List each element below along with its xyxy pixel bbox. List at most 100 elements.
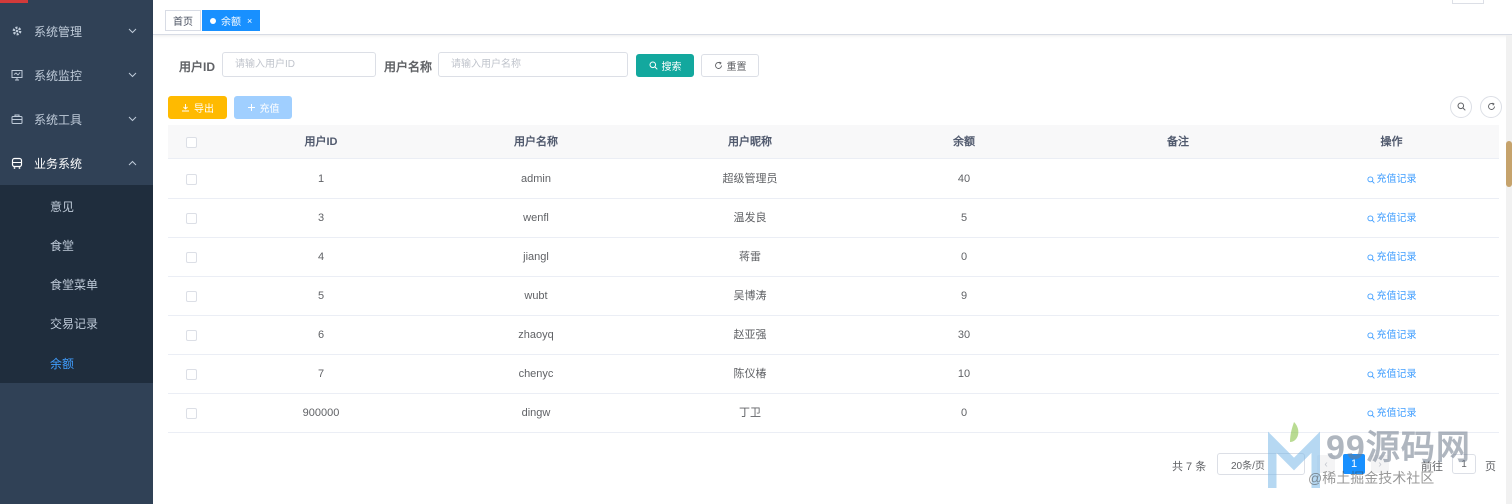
user-name-input[interactable] — [438, 52, 628, 77]
close-icon[interactable]: × — [247, 16, 252, 26]
sidebar-item-canteen[interactable]: 食堂 — [0, 226, 153, 265]
tag-home[interactable]: 首页 — [165, 10, 201, 31]
recharge-record-link[interactable]: 充值记录 — [1366, 316, 1417, 355]
cell-user-id: 5 — [317, 290, 325, 302]
column-header-user-id: 用户ID — [304, 136, 338, 148]
recharge-record-label: 充值记录 — [1376, 174, 1417, 185]
reset-button-label: 重置 — [726, 62, 747, 73]
row-checkbox[interactable] — [186, 408, 197, 419]
user-id-label: 用户ID — [179, 60, 216, 74]
refresh-table-button[interactable] — [1480, 96, 1502, 118]
cell-balance: 40 — [957, 173, 971, 185]
recharge-record-link[interactable]: 充值记录 — [1366, 394, 1417, 433]
recharge-record-label: 充值记录 — [1376, 252, 1417, 263]
plus-icon — [247, 103, 256, 112]
recharge-record-label: 充值记录 — [1376, 213, 1417, 224]
recharge-button[interactable]: 充值 — [234, 96, 292, 119]
active-dot-icon — [210, 17, 216, 24]
cell-user-name: wenfl — [523, 212, 549, 224]
recharge-record-link[interactable]: 充值记录 — [1366, 277, 1417, 316]
sidebar-menu-business-system[interactable]: 业务系统 — [0, 141, 153, 185]
recharge-record-label: 充值记录 — [1376, 291, 1417, 302]
sidebar-item-label: 余额 — [50, 357, 75, 371]
sidebar-menu-label: 系统监控 — [34, 68, 83, 83]
chevron-right-icon: › — [1378, 458, 1382, 470]
row-checkbox[interactable] — [186, 330, 197, 341]
sidebar-item-transactions[interactable]: 交易记录 — [0, 304, 153, 343]
chevron-left-icon: ‹ — [1324, 458, 1328, 470]
sidebar-item-label: 食堂 — [50, 239, 75, 253]
sidebar-item-balance[interactable]: 余额 — [0, 344, 153, 383]
search-button[interactable]: 搜索 — [636, 54, 694, 77]
table-row[interactable]: 5 wubt 吴博涛 9 充值记录 — [168, 277, 1499, 316]
chevron-up-icon — [127, 158, 137, 168]
table-row[interactable]: 6 zhaoyq 赵亚强 30 充值记录 — [168, 316, 1499, 355]
cell-remark — [1072, 277, 1284, 316]
sidebar: 系统管理 系统监控 系统工具 业务系统 意见 食堂 食堂菜单 交易记录 余额 — [0, 0, 153, 504]
export-button-label: 导出 — [194, 104, 214, 115]
tag-label: 余额 — [221, 17, 241, 28]
chevron-down-icon — [127, 26, 137, 36]
toggle-search-button[interactable] — [1450, 96, 1472, 118]
table-row[interactable]: 3 wenfl 温发良 5 充值记录 — [168, 199, 1499, 238]
cell-user-id: 7 — [317, 368, 325, 380]
table-header: 用户ID 用户名称 用户昵称 余额 备注 操作 — [168, 125, 1499, 159]
column-header-actions: 操作 — [1380, 136, 1403, 148]
page-size-value: 20条/页 — [1231, 460, 1265, 472]
cell-nickname: 超级管理员 — [722, 173, 778, 185]
table-row[interactable]: 4 jiangl 蒋雷 0 充值记录 — [168, 238, 1499, 277]
cell-balance: 5 — [960, 212, 968, 224]
cell-user-name: chenyc — [518, 368, 554, 380]
export-button[interactable]: 导出 — [168, 96, 227, 119]
toolbox-icon — [10, 112, 24, 126]
row-checkbox[interactable] — [186, 369, 197, 380]
prev-page-button[interactable]: ‹ — [1317, 455, 1335, 473]
cell-remark — [1072, 355, 1284, 394]
cell-actions: 充值记录 — [1284, 316, 1499, 355]
sidebar-item-canteen-menu[interactable]: 食堂菜单 — [0, 265, 153, 304]
bus-icon — [10, 156, 24, 170]
reset-button[interactable]: 重置 — [701, 54, 759, 77]
cell-actions: 充值记录 — [1284, 199, 1499, 238]
cell-actions: 充值记录 — [1284, 238, 1499, 277]
sidebar-menu-system-monitor[interactable]: 系统监控 — [0, 53, 153, 97]
search-icon — [1366, 409, 1375, 418]
next-page-button[interactable]: › — [1371, 455, 1389, 473]
header-corner-button[interactable] — [1452, 0, 1484, 4]
cell-nickname: 温发良 — [733, 212, 767, 224]
table-row[interactable]: 7 chenyc 陈仪椿 10 充值记录 — [168, 355, 1499, 394]
page-number-current[interactable]: 1 — [1343, 454, 1365, 474]
cell-balance: 9 — [960, 290, 968, 302]
cell-user-name: zhaoyq — [518, 329, 554, 341]
scrollbar-track[interactable] — [1506, 35, 1512, 504]
page-size-select[interactable]: 20条/页 — [1217, 453, 1305, 475]
row-checkbox[interactable] — [186, 291, 197, 302]
tag-label: 首页 — [173, 17, 193, 28]
select-all-checkbox[interactable] — [186, 137, 197, 148]
row-checkbox[interactable] — [186, 213, 197, 224]
tag-balance[interactable]: 余额 × — [202, 10, 261, 31]
cell-nickname: 蒋雷 — [739, 251, 761, 263]
user-id-input[interactable] — [222, 52, 376, 77]
goto-page-input[interactable] — [1452, 454, 1476, 474]
sidebar-item-opinion[interactable]: 意见 — [0, 187, 153, 226]
cell-nickname: 陈仪椿 — [733, 368, 767, 380]
recharge-record-link[interactable]: 充值记录 — [1366, 199, 1417, 238]
sidebar-menu-system-tools[interactable]: 系统工具 — [0, 97, 153, 141]
row-checkbox[interactable] — [186, 252, 197, 263]
sidebar-menu-system-management[interactable]: 系统管理 — [0, 9, 153, 53]
scrollbar-thumb[interactable] — [1506, 141, 1512, 187]
cell-actions: 充值记录 — [1284, 277, 1499, 316]
cell-user-name: admin — [521, 173, 551, 185]
table-row[interactable]: 900000 dingw 丁卫 0 充值记录 — [168, 394, 1499, 433]
tags-view-bar: 首页 余额 × — [153, 0, 1512, 35]
row-checkbox[interactable] — [186, 174, 197, 185]
recharge-record-link[interactable]: 充值记录 — [1366, 238, 1417, 277]
cell-user-name: dingw — [521, 407, 551, 419]
table-row[interactable]: 1 admin 超级管理员 40 充值记录 — [168, 160, 1499, 199]
recharge-record-link[interactable]: 充值记录 — [1366, 160, 1417, 199]
column-header-balance: 余额 — [953, 136, 975, 148]
search-icon — [1366, 370, 1375, 379]
recharge-record-link[interactable]: 充值记录 — [1366, 355, 1417, 394]
cell-user-name: jiangl — [523, 251, 549, 263]
